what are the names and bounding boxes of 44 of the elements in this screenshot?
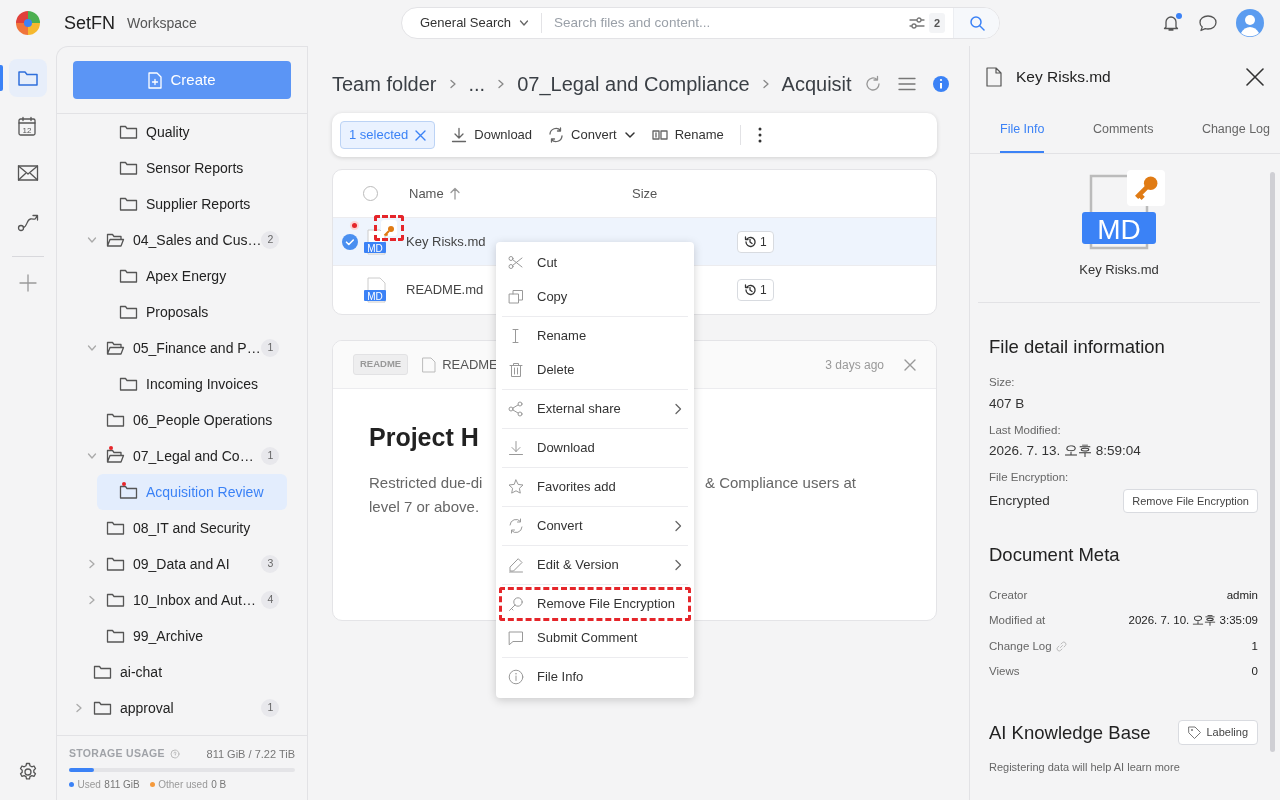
section-title: AI Knowledge Base: [989, 720, 1151, 745]
meta-value: admin: [1226, 587, 1258, 603]
meta-label: Change Log: [989, 638, 1052, 654]
paragraph-text: Restricted due-di: [369, 472, 483, 493]
field-value: 407 B: [989, 394, 1025, 413]
readme-heading: Project H: [369, 422, 479, 453]
panel-title: Key Risks.md: [1016, 67, 1111, 88]
legend-value: 811 GiB: [104, 778, 140, 792]
paragraph-text: level 7 or above.: [369, 496, 480, 517]
count-badge: 1: [261, 699, 280, 717]
selection-count: 1 selected: [349, 126, 409, 145]
meta-value: 1: [1251, 638, 1258, 654]
app-name: SetFN: [64, 11, 115, 35]
count-badge: 1: [261, 339, 280, 357]
readme-tag: README: [353, 354, 409, 375]
count-badge: 3: [261, 555, 280, 573]
legend-label: Used: [77, 778, 101, 792]
legend-value: 0 B: [211, 778, 227, 792]
section-title: File detail information: [989, 334, 1166, 359]
legend-label: Other used: [158, 778, 208, 792]
paragraph-text: & Compliance users at: [705, 472, 856, 493]
file-name: README: [442, 355, 498, 374]
filter-count: 2: [928, 12, 945, 34]
meta-label: Views: [989, 664, 1020, 680]
count-badge: 1: [261, 447, 280, 465]
meta-value: 2026. 7. 10. 오후 3:35:09: [1128, 613, 1258, 629]
timestamp: 3 days ago: [825, 356, 884, 374]
storage-total: 811 GiB / 7.22 TiB: [206, 746, 295, 762]
field-label: Last Modified:: [989, 422, 1062, 438]
app-subtitle: Workspace: [127, 13, 197, 33]
field-label: Size:: [989, 375, 1016, 391]
field-label: File Encryption:: [989, 470, 1070, 486]
field-value: 2026. 7. 13. 오후 8:59:04: [989, 442, 1141, 460]
section-title: Document Meta: [989, 543, 1121, 567]
count-badge: 2: [261, 231, 280, 249]
meta-value: 0: [1251, 664, 1258, 680]
meta-label: Creator: [989, 587, 1028, 603]
note-text: Registering data will help AI learn more: [989, 759, 1181, 775]
calendar-icon: 12: [17, 116, 39, 136]
count-badge: 4: [261, 591, 280, 609]
meta-label: Modified at: [989, 613, 1046, 629]
field-value: Encrypted: [989, 491, 1050, 510]
storage-title: STORAGE USAGE: [69, 745, 165, 761]
file-name: Key Risks.md: [1079, 261, 1159, 279]
